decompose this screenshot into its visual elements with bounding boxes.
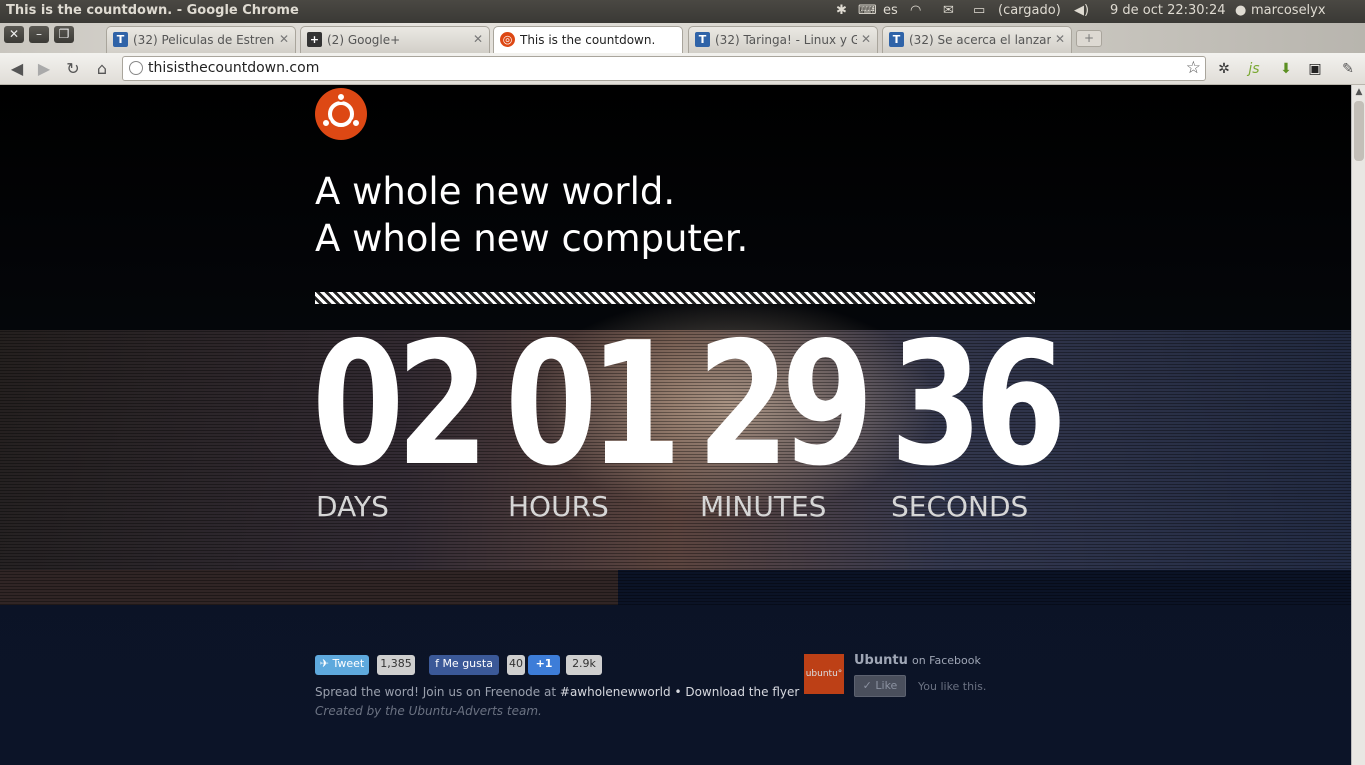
hashtag-link[interactable]: #awholenewworld — [560, 685, 671, 699]
google-plus-icon: + — [307, 32, 322, 47]
web-page: A whole new world. A whole new computer.… — [0, 85, 1351, 765]
keyboard-layout[interactable]: es — [883, 3, 898, 18]
checkmark-icon: ✓ — [862, 679, 872, 692]
minimize-window-button[interactable]: – — [29, 26, 49, 43]
countdown-days: 02 — [312, 306, 489, 504]
google-plusone-button[interactable]: +1 — [528, 655, 560, 675]
wrench-menu-icon[interactable]: ✎ — [1338, 59, 1358, 79]
address-bar[interactable]: thisisthecountdown.com ☆ — [122, 56, 1206, 81]
countdown-seconds: 36 — [890, 306, 1067, 504]
back-arrow-icon[interactable]: ◀ — [6, 59, 28, 79]
forward-arrow-icon[interactable]: ▶ — [33, 59, 55, 79]
bookmark-star-icon[interactable]: ☆ — [1186, 58, 1201, 78]
scroll-up-arrow-icon[interactable]: ▲ — [1352, 85, 1365, 99]
reload-icon[interactable]: ↻ — [62, 59, 84, 79]
seconds-label: SECONDS — [891, 490, 1029, 523]
credits-text: Created by the Ubuntu-Adverts team. — [315, 704, 542, 718]
facebook-like-button[interactable]: f Me gusta — [429, 655, 499, 675]
facebook-icon: f — [435, 657, 439, 670]
like-label: Me gusta — [442, 657, 493, 670]
taringa-icon: T — [889, 32, 904, 47]
taringa-icon: T — [695, 32, 710, 47]
tweet-label: Tweet — [332, 657, 365, 670]
tab-countdown[interactable]: ◎ This is the countdown. — [493, 26, 683, 54]
background-scanlines — [0, 330, 1351, 605]
home-icon[interactable]: ⌂ — [91, 59, 113, 79]
countdown-hours: 01 — [505, 306, 682, 504]
system-top-panel: This is the countdown. - Google Chrome ✱… — [0, 0, 1365, 23]
taringa-icon: T — [113, 32, 128, 47]
tab-label: This is the countdown. — [520, 33, 656, 47]
restore-window-button[interactable]: ❐ — [54, 26, 74, 43]
tab-google-plus[interactable]: + (2) Google+ ✕ — [300, 26, 490, 53]
download-extension-icon[interactable]: ⬇ — [1276, 59, 1296, 79]
tweet-count: 1,385 — [377, 655, 415, 675]
browser-toolbar: ◀ ▶ ↻ ⌂ thisisthecountdown.com ☆ ✲ js ⬇ … — [0, 53, 1365, 85]
tab-close-icon[interactable]: ✕ — [279, 32, 289, 46]
bluetooth-icon[interactable]: ✱ — [836, 3, 847, 18]
new-tab-button[interactable]: + — [1076, 30, 1102, 47]
mail-icon[interactable]: ✉ — [943, 3, 954, 18]
tab-lanzamiento[interactable]: T (32) Se acerca el lanzamien ✕ — [882, 26, 1072, 53]
facebook-box-like-button[interactable]: ✓ Like — [854, 675, 906, 697]
wifi-icon[interactable]: ◠ — [910, 3, 921, 18]
ubuntu-icon: ◎ — [500, 32, 515, 47]
striped-divider — [315, 292, 1035, 304]
page-scrollbar[interactable]: ▲ — [1351, 85, 1365, 765]
window-title: This is the countdown. - Google Chrome — [6, 3, 299, 18]
tab-close-icon[interactable]: ✕ — [861, 32, 871, 46]
facebook-box-like-label: Like — [875, 679, 898, 692]
tab-label: (32) Peliculas de Estreno F — [133, 33, 275, 47]
tab-peliculas[interactable]: T (32) Peliculas de Estreno F ✕ — [106, 26, 296, 53]
ubuntu-logo-icon[interactable] — [315, 88, 367, 140]
url-text[interactable]: thisisthecountdown.com — [148, 60, 319, 76]
tab-strip: ✕ – ❐ T (32) Peliculas de Estreno F ✕ + … — [0, 23, 1365, 54]
tweet-button[interactable]: ✈ Tweet — [315, 655, 369, 675]
tab-label: (32) Taringa! - Linux y GNU — [715, 33, 857, 47]
tab-label: (32) Se acerca el lanzamien — [909, 33, 1051, 47]
user-name[interactable]: marcoselyx — [1251, 3, 1326, 18]
spread-text: Spread the word! Join us on Freenode at — [315, 685, 557, 699]
tab-taringa-linux[interactable]: T (32) Taringa! - Linux y GNU ✕ — [688, 26, 878, 53]
download-flyer-link[interactable]: • Download the flyer — [674, 685, 799, 699]
hours-label: HOURS — [508, 490, 609, 523]
countdown-minutes: 29 — [697, 306, 874, 504]
clock[interactable]: 9 de oct 22:30:24 — [1110, 3, 1226, 18]
keyboard-icon[interactable]: ⌨ — [858, 3, 877, 18]
facebook-like-status: You like this. — [918, 680, 987, 693]
headline-line-2: A whole new computer. — [315, 217, 749, 260]
ubuntu-facebook-avatar[interactable]: ubuntu° — [804, 654, 844, 694]
headline-line-1: A whole new world. — [315, 170, 676, 213]
minutes-label: MINUTES — [700, 490, 827, 523]
tab-close-icon[interactable]: ✕ — [1055, 32, 1065, 46]
battery-status[interactable]: (cargado) — [998, 3, 1061, 18]
screen-extension-icon[interactable]: ▣ — [1305, 59, 1325, 79]
js-extension-icon[interactable]: js — [1244, 59, 1264, 79]
volume-icon[interactable]: ◀) — [1074, 3, 1089, 18]
twitter-bird-icon: ✈ — [319, 657, 329, 670]
facebook-page-name[interactable]: Ubuntu — [854, 653, 908, 668]
like-count: 40 — [507, 655, 525, 675]
plusone-count: 2.9k — [566, 655, 602, 675]
footer-line: Spread the word! Join us on Freenode at … — [315, 685, 799, 699]
scrollbar-thumb[interactable] — [1354, 101, 1364, 161]
facebook-page-title: Ubuntu on Facebook — [854, 653, 981, 668]
globe-icon — [129, 61, 143, 75]
battery-icon[interactable]: ▭ — [973, 3, 985, 18]
days-label: DAYS — [316, 490, 389, 523]
tab-label: (2) Google+ — [327, 33, 401, 47]
close-window-button[interactable]: ✕ — [4, 26, 24, 43]
tab-close-icon[interactable]: ✕ — [473, 32, 483, 46]
bug-extension-icon[interactable]: ✲ — [1214, 59, 1234, 79]
user-icon[interactable]: ● — [1235, 3, 1246, 18]
facebook-suffix: on Facebook — [911, 654, 981, 667]
